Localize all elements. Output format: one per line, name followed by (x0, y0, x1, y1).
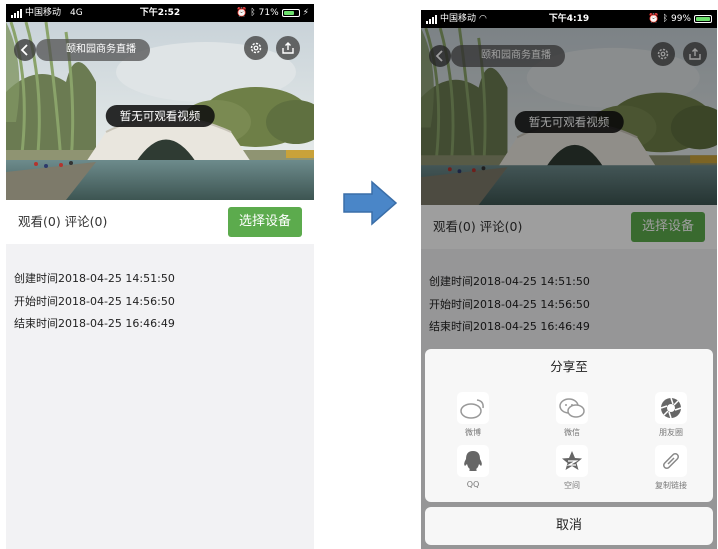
share-sheet-title: 分享至 (550, 359, 588, 374)
battery-fill (283, 11, 294, 15)
back-arrow-icon (20, 44, 28, 56)
qzone-icon (556, 445, 588, 477)
share-label: QQ (466, 480, 480, 489)
share-label: 空间 (564, 481, 580, 490)
start-time: 开始时间2018-04-25 14:56:50 (14, 294, 175, 308)
video-player[interactable]: 颐和园商务直播 暂无可观看视频 (6, 22, 314, 200)
no-video-message: 暂无可观看视频 (105, 105, 215, 127)
select-device-button[interactable]: 选择设备 (228, 207, 302, 237)
transition-arrow-icon (343, 180, 398, 226)
gear-icon (250, 42, 262, 54)
share-qq[interactable]: QQ (443, 445, 503, 489)
qq-icon (457, 445, 489, 477)
settings-button[interactable] (244, 36, 268, 60)
battery-fill (696, 17, 710, 21)
charging-icon: ⚡ (302, 8, 309, 18)
battery-percent: 71% (258, 8, 279, 18)
bluetooth-icon: ᛒ (250, 8, 256, 18)
status-bar: 中国移动 4G 下午2:52 ⏰ ᛒ 71% ⚡ (6, 4, 314, 22)
live-details: 创建时间2018-04-25 14:51:50 开始时间2018-04-25 1… (14, 268, 175, 336)
share-sheet: 分享至 微博 微信 朋友圈 QQ 空间 复制链接 (425, 349, 713, 502)
screen-before: 中国移动 4G 下午2:52 ⏰ ᛒ 71% ⚡ 颐和园商务直播 暂无可观看视频… (6, 4, 314, 549)
cancel-button[interactable]: 取消 (425, 507, 713, 545)
share-label: 微信 (564, 428, 580, 437)
info-bar: 观看(0) 评论(0) 选择设备 (6, 200, 314, 244)
bluetooth-icon: ᛒ (662, 14, 668, 24)
share-moments[interactable]: 朋友圈 (641, 392, 701, 438)
share-wechat[interactable]: 微信 (542, 392, 602, 438)
live-title: 颐和园商务直播 (36, 39, 150, 61)
weibo-icon (457, 392, 489, 424)
battery-icon (281, 9, 300, 17)
view-comment-counts: 观看(0) 评论(0) (18, 214, 108, 229)
end-time: 结束时间2018-04-25 16:46:49 (14, 317, 175, 330)
alarm-icon: ⏰ (648, 14, 660, 24)
battery-percent: 99% (670, 14, 691, 24)
moments-icon (655, 392, 687, 424)
battery-icon (694, 15, 712, 23)
share-label: 朋友圈 (659, 428, 683, 437)
share-label: 微博 (465, 428, 481, 437)
created-time: 创建时间2018-04-25 14:51:50 (14, 272, 175, 285)
share-copy-link[interactable]: 复制链接 (641, 445, 701, 491)
share-icon (282, 42, 294, 54)
share-label: 复制链接 (655, 481, 687, 490)
back-button[interactable] (14, 39, 36, 61)
screen-after: 中国移动 ◠ 下午4:19 ⏰ ᛒ 99% 颐和园商务直播 暂无可观看视频 观看… (421, 10, 717, 549)
share-qzone[interactable]: 空间 (542, 445, 602, 491)
alarm-icon: ⏰ (236, 8, 248, 18)
status-bar: 中国移动 ◠ 下午4:19 ⏰ ᛒ 99% (421, 10, 717, 28)
link-icon (655, 445, 687, 477)
share-weibo[interactable]: 微博 (443, 392, 503, 438)
wechat-icon (556, 392, 588, 424)
share-button[interactable] (276, 36, 300, 60)
